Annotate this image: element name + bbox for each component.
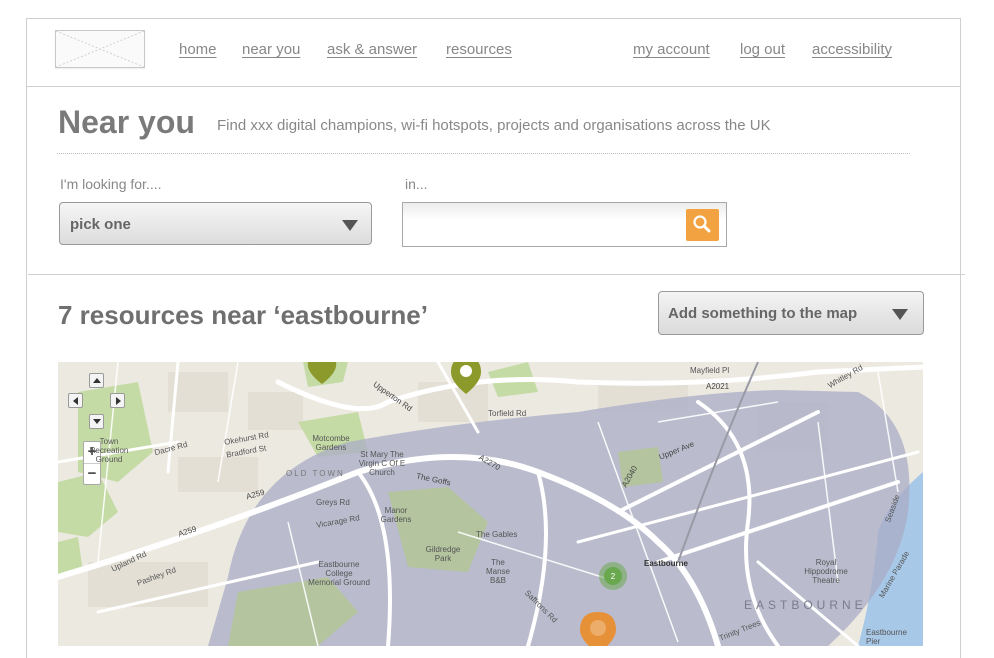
chevron-down-icon xyxy=(892,309,908,320)
pan-down-button[interactable] xyxy=(89,414,104,429)
location-label: in... xyxy=(405,176,428,192)
section-divider xyxy=(28,274,965,275)
resource-map[interactable]: 2 + − EASTBOURNE OLD TOWN Motcombe Garde… xyxy=(58,362,923,646)
pan-left-button[interactable] xyxy=(68,393,83,408)
page-title: Near you xyxy=(58,104,195,140)
map-label-pier: Eastbourne Pier xyxy=(866,628,907,646)
header-divider xyxy=(27,86,961,87)
nav-my-account[interactable]: my account xyxy=(633,41,710,58)
nav-ask-answer[interactable]: ask & answer xyxy=(327,41,417,58)
nav-resources[interactable]: resources xyxy=(446,41,512,58)
location-input[interactable] xyxy=(407,207,681,243)
map-label-manse: The Manse B&B xyxy=(485,558,510,585)
results-heading: 7 resources near ‘eastbourne’ xyxy=(58,300,428,330)
logo-placeholder-icon xyxy=(56,31,144,67)
map-label-manor: Manor Gardens xyxy=(380,506,412,524)
pan-right-button[interactable] xyxy=(110,393,125,408)
map-label-motcombe: Motcombe Gardens xyxy=(312,434,350,452)
map-label-station: Eastbourne xyxy=(644,559,689,568)
search-button[interactable] xyxy=(686,209,719,241)
pan-up-button[interactable] xyxy=(89,373,104,388)
map-label-recreation: Town Recreation Ground xyxy=(89,437,129,464)
title-divider xyxy=(57,153,910,154)
page-subtitle: Find xxx digital champions, wi-fi hotspo… xyxy=(217,117,771,134)
map-label-greys: Greys Rd xyxy=(316,498,350,507)
map-label-gables: The Gables xyxy=(476,530,518,539)
nav-log-out[interactable]: log out xyxy=(740,41,785,58)
cluster-count: 2 xyxy=(611,572,616,581)
nav-accessibility[interactable]: accessibility xyxy=(812,41,892,58)
map-label-college: Eastbourne College Memorial Ground xyxy=(308,560,370,587)
search-icon xyxy=(693,215,711,233)
map-label-royal: Royal Hippodrome Theatre xyxy=(804,558,848,585)
map-label-a2021: A2021 xyxy=(706,382,730,391)
nav-home[interactable]: home xyxy=(179,41,217,58)
map-label-torfield: Torfield Rd xyxy=(488,409,527,418)
site-logo[interactable] xyxy=(55,30,145,68)
category-select-value: pick one xyxy=(70,216,131,233)
map-label-mayfield: Mayfield Pl xyxy=(690,366,730,375)
category-select[interactable]: pick one xyxy=(59,202,372,245)
chevron-down-icon xyxy=(342,220,358,231)
add-to-map-button[interactable]: Add something to the map xyxy=(658,291,924,335)
looking-for-label: I'm looking for.... xyxy=(60,176,162,192)
nav-near-you[interactable]: near you xyxy=(242,41,300,58)
zoom-out-button[interactable]: − xyxy=(84,464,100,485)
map-label-old-town: OLD TOWN xyxy=(286,469,345,478)
add-to-map-label: Add something to the map xyxy=(668,305,858,322)
map-label-gildredge: Gildredge Park xyxy=(425,545,461,563)
map-label-town: EASTBOURNE xyxy=(744,598,867,612)
location-search xyxy=(402,202,727,247)
map-label-st-mary: St Mary The Virgin C Of E Church xyxy=(358,450,406,477)
